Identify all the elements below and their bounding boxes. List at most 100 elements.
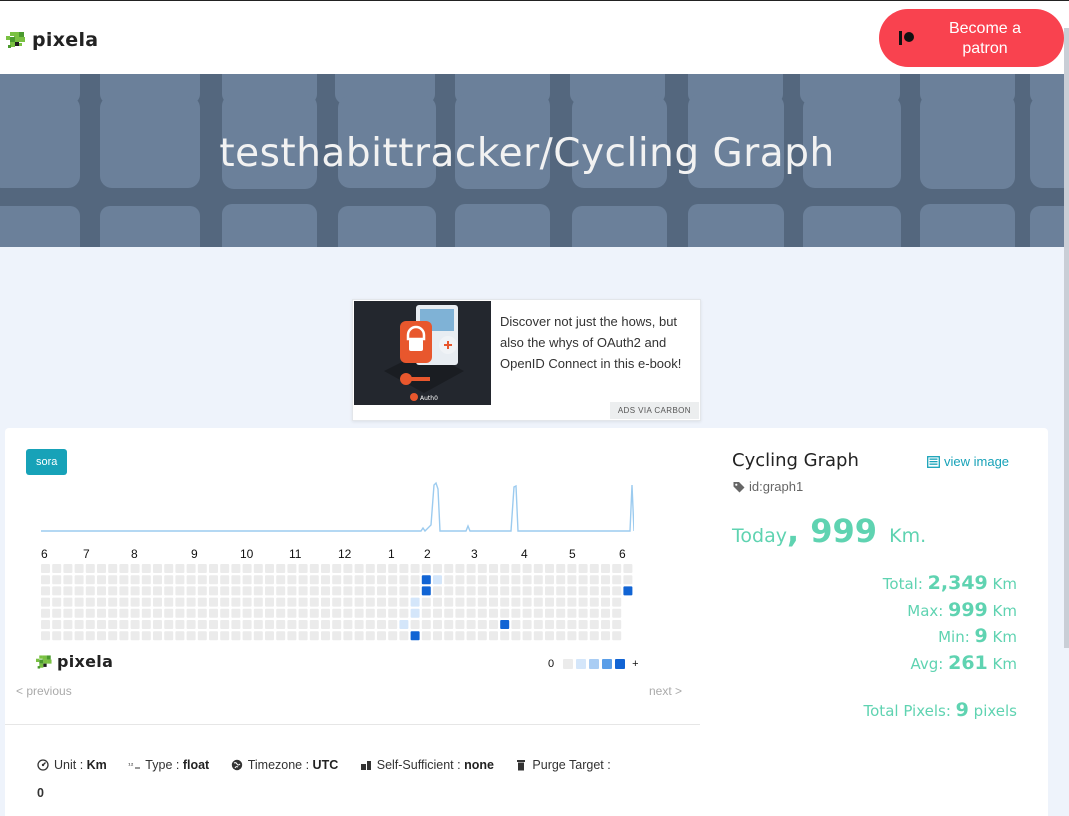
heatmap-pixel[interactable] xyxy=(74,597,84,607)
scrollbar[interactable] xyxy=(1064,28,1069,648)
heatmap-pixel[interactable] xyxy=(354,597,364,607)
heatmap-pixel[interactable] xyxy=(332,597,342,607)
heatmap-pixel[interactable] xyxy=(612,564,622,573)
heatmap-pixel[interactable] xyxy=(601,575,610,585)
heatmap-pixel[interactable] xyxy=(433,631,442,641)
heatmap-pixel[interactable] xyxy=(253,620,263,629)
heatmap-pixel[interactable] xyxy=(63,620,73,629)
view-image-link[interactable]: view image xyxy=(927,454,1009,469)
heatmap-pixel[interactable] xyxy=(365,620,375,629)
heatmap-pixel[interactable] xyxy=(522,597,532,607)
heatmap-pixel[interactable] xyxy=(298,608,308,618)
heatmap-pixel[interactable] xyxy=(511,575,521,585)
heatmap-pixel[interactable] xyxy=(298,620,308,629)
heatmap-pixel[interactable] xyxy=(466,597,476,607)
heatmap-pixel[interactable] xyxy=(321,608,330,618)
heatmap-pixel[interactable] xyxy=(455,608,465,618)
heatmap-pixel[interactable] xyxy=(533,608,543,618)
heatmap-pixel[interactable] xyxy=(377,597,386,607)
heatmap-pixel[interactable] xyxy=(85,631,95,641)
heatmap-pixel[interactable] xyxy=(309,608,319,618)
heatmap-pixel[interactable] xyxy=(354,620,364,629)
heatmap-pixel[interactable] xyxy=(298,631,308,641)
heatmap-pixel[interactable] xyxy=(567,597,577,607)
heatmap-pixel[interactable] xyxy=(332,575,342,585)
heatmap-pixel[interactable] xyxy=(522,631,532,641)
heatmap-pixel[interactable] xyxy=(466,586,476,596)
heatmap-pixel[interactable] xyxy=(399,631,409,641)
heatmap-pixel[interactable] xyxy=(489,608,498,618)
heatmap-pixel[interactable] xyxy=(108,608,118,618)
heatmap-pixel[interactable] xyxy=(231,631,241,641)
heatmap-pixel[interactable] xyxy=(556,575,566,585)
heatmap-pixel[interactable] xyxy=(477,586,487,596)
heatmap-pixel[interactable] xyxy=(455,597,465,607)
heatmap-pixel[interactable] xyxy=(612,608,622,618)
heatmap-pixel[interactable] xyxy=(321,564,330,573)
heatmap-pixel[interactable] xyxy=(321,575,330,585)
heatmap-pixel[interactable] xyxy=(388,608,398,618)
heatmap-pixel[interactable] xyxy=(164,620,174,629)
heatmap-pixel[interactable] xyxy=(489,631,498,641)
heatmap-pixel[interactable] xyxy=(332,620,342,629)
heatmap-pixel[interactable] xyxy=(74,608,84,618)
heatmap-pixel[interactable] xyxy=(444,608,454,618)
ads-via-carbon[interactable]: ADS VIA CARBON xyxy=(609,402,699,419)
heatmap-pixel[interactable] xyxy=(97,620,106,629)
heatmap-pixel[interactable] xyxy=(253,608,263,618)
heatmap-pixel[interactable] xyxy=(365,586,375,596)
heatmap-pixel[interactable] xyxy=(567,631,577,641)
heatmap-pixel[interactable] xyxy=(578,631,588,641)
heatmap-pixel-filled[interactable] xyxy=(399,620,409,629)
heatmap-pixel[interactable] xyxy=(276,597,286,607)
heatmap-pixel[interactable] xyxy=(332,586,342,596)
heatmap-pixel[interactable] xyxy=(522,564,532,573)
heatmap-pixel[interactable] xyxy=(388,597,398,607)
heatmap-pixel[interactable] xyxy=(63,575,73,585)
heatmap-pixel[interactable] xyxy=(130,586,140,596)
heatmap-pixel[interactable] xyxy=(578,586,588,596)
heatmap-pixel[interactable] xyxy=(97,586,106,596)
heatmap-pixel[interactable] xyxy=(197,564,207,573)
heatmap-pixel[interactable] xyxy=(477,620,487,629)
heatmap-pixel[interactable] xyxy=(41,631,50,641)
heatmap-pixel[interactable] xyxy=(567,564,577,573)
heatmap-pixel[interactable] xyxy=(220,575,230,585)
heatmap-pixel[interactable] xyxy=(578,564,588,573)
heatmap-pixel[interactable] xyxy=(365,575,375,585)
heatmap-pixel[interactable] xyxy=(141,620,151,629)
heatmap-pixel[interactable] xyxy=(130,575,140,585)
heatmap-pixel[interactable] xyxy=(567,575,577,585)
heatmap-pixel-filled[interactable] xyxy=(410,631,420,641)
heatmap-pixel[interactable] xyxy=(533,586,543,596)
heatmap-pixel[interactable] xyxy=(141,564,151,573)
next-link[interactable]: next > xyxy=(649,684,682,698)
heatmap-pixel[interactable] xyxy=(130,564,140,573)
heatmap-pixel[interactable] xyxy=(410,586,420,596)
heatmap-pixel[interactable] xyxy=(601,631,610,641)
heatmap-pixel[interactable] xyxy=(309,620,319,629)
heatmap-pixel[interactable] xyxy=(231,608,241,618)
heatmap-pixel[interactable] xyxy=(231,575,241,585)
heatmap-pixel[interactable] xyxy=(578,597,588,607)
heatmap-pixel[interactable] xyxy=(377,575,386,585)
heatmap-pixel[interactable] xyxy=(74,564,84,573)
heatmap-pixel[interactable] xyxy=(276,620,286,629)
heatmap-pixel[interactable] xyxy=(287,586,297,596)
heatmap-pixel[interactable] xyxy=(164,608,174,618)
heatmap-pixel[interactable] xyxy=(455,564,465,573)
heatmap-pixel[interactable] xyxy=(522,608,532,618)
heatmap-pixel[interactable] xyxy=(130,620,140,629)
heatmap-pixel[interactable] xyxy=(567,620,577,629)
heatmap-pixel-filled[interactable] xyxy=(421,586,431,596)
heatmap-pixel[interactable] xyxy=(298,564,308,573)
heatmap-pixel[interactable] xyxy=(601,620,610,629)
heatmap-pixel[interactable] xyxy=(388,586,398,596)
heatmap-pixel[interactable] xyxy=(74,631,84,641)
heatmap-pixel[interactable] xyxy=(186,586,196,596)
heatmap-pixel[interactable] xyxy=(500,608,510,618)
heatmap-pixel[interactable] xyxy=(141,586,151,596)
heatmap-pixel[interactable] xyxy=(332,564,342,573)
heatmap-pixel[interactable] xyxy=(511,608,521,618)
heatmap-pixel[interactable] xyxy=(209,597,218,607)
